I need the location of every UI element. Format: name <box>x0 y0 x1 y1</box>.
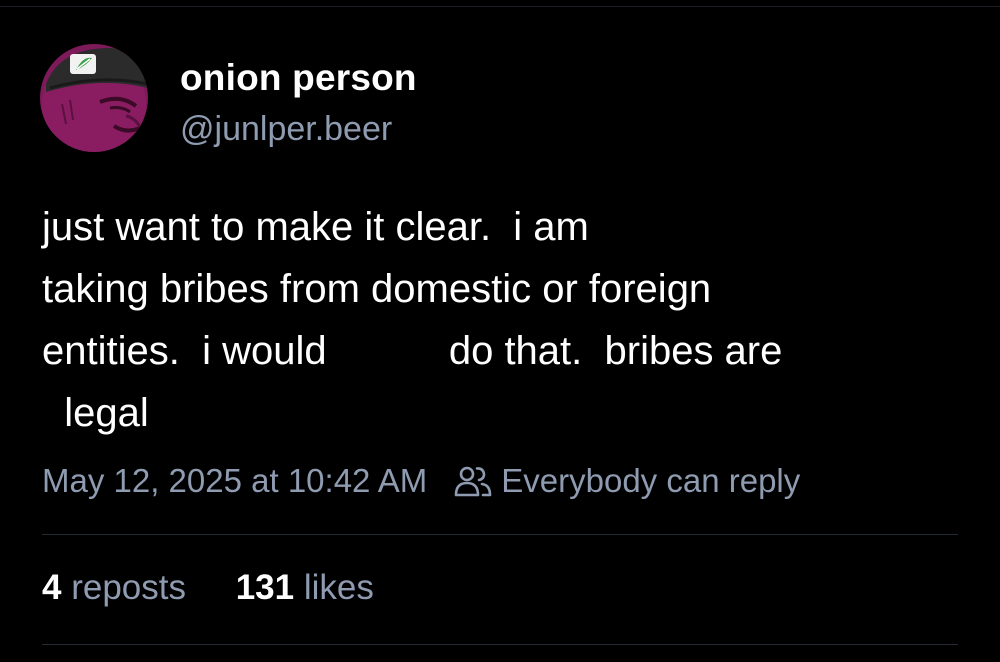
reposts-label: reposts <box>71 568 186 607</box>
likes-label: likes <box>303 568 374 607</box>
likes-stat[interactable]: 131 likes <box>236 568 374 608</box>
likes-count: 131 <box>235 568 295 607</box>
divider <box>42 644 958 645</box>
divider <box>42 534 958 535</box>
post-text-line: taking bribes from domestic or foreign <box>42 267 712 311</box>
post-text: just want to make it clear. i am taking … <box>42 196 962 444</box>
post-text-line: just want to make it clear. i am <box>42 205 589 249</box>
post-meta: May 12, 2025 at 10:42 AM Everybody can r… <box>42 462 800 500</box>
people-icon <box>453 464 493 498</box>
post-stats: 4 reposts 131 likes <box>42 568 414 608</box>
post-text-line: entities. i would do that. bribes are <box>42 329 783 373</box>
reply-setting[interactable]: Everybody can reply <box>501 462 800 500</box>
post-card: onion person @junlper.beer just want to … <box>0 0 1000 662</box>
user-handle[interactable]: @junlper.beer <box>180 110 392 149</box>
onion-character-avatar-icon <box>40 44 148 152</box>
post-timestamp[interactable]: May 12, 2025 at 10:42 AM <box>42 462 427 500</box>
display-name[interactable]: onion person <box>180 57 417 99</box>
avatar[interactable] <box>40 44 148 152</box>
reposts-stat[interactable]: 4 reposts <box>42 568 186 608</box>
post-text-line: legal <box>42 391 149 435</box>
reposts-count: 4 <box>42 568 62 607</box>
